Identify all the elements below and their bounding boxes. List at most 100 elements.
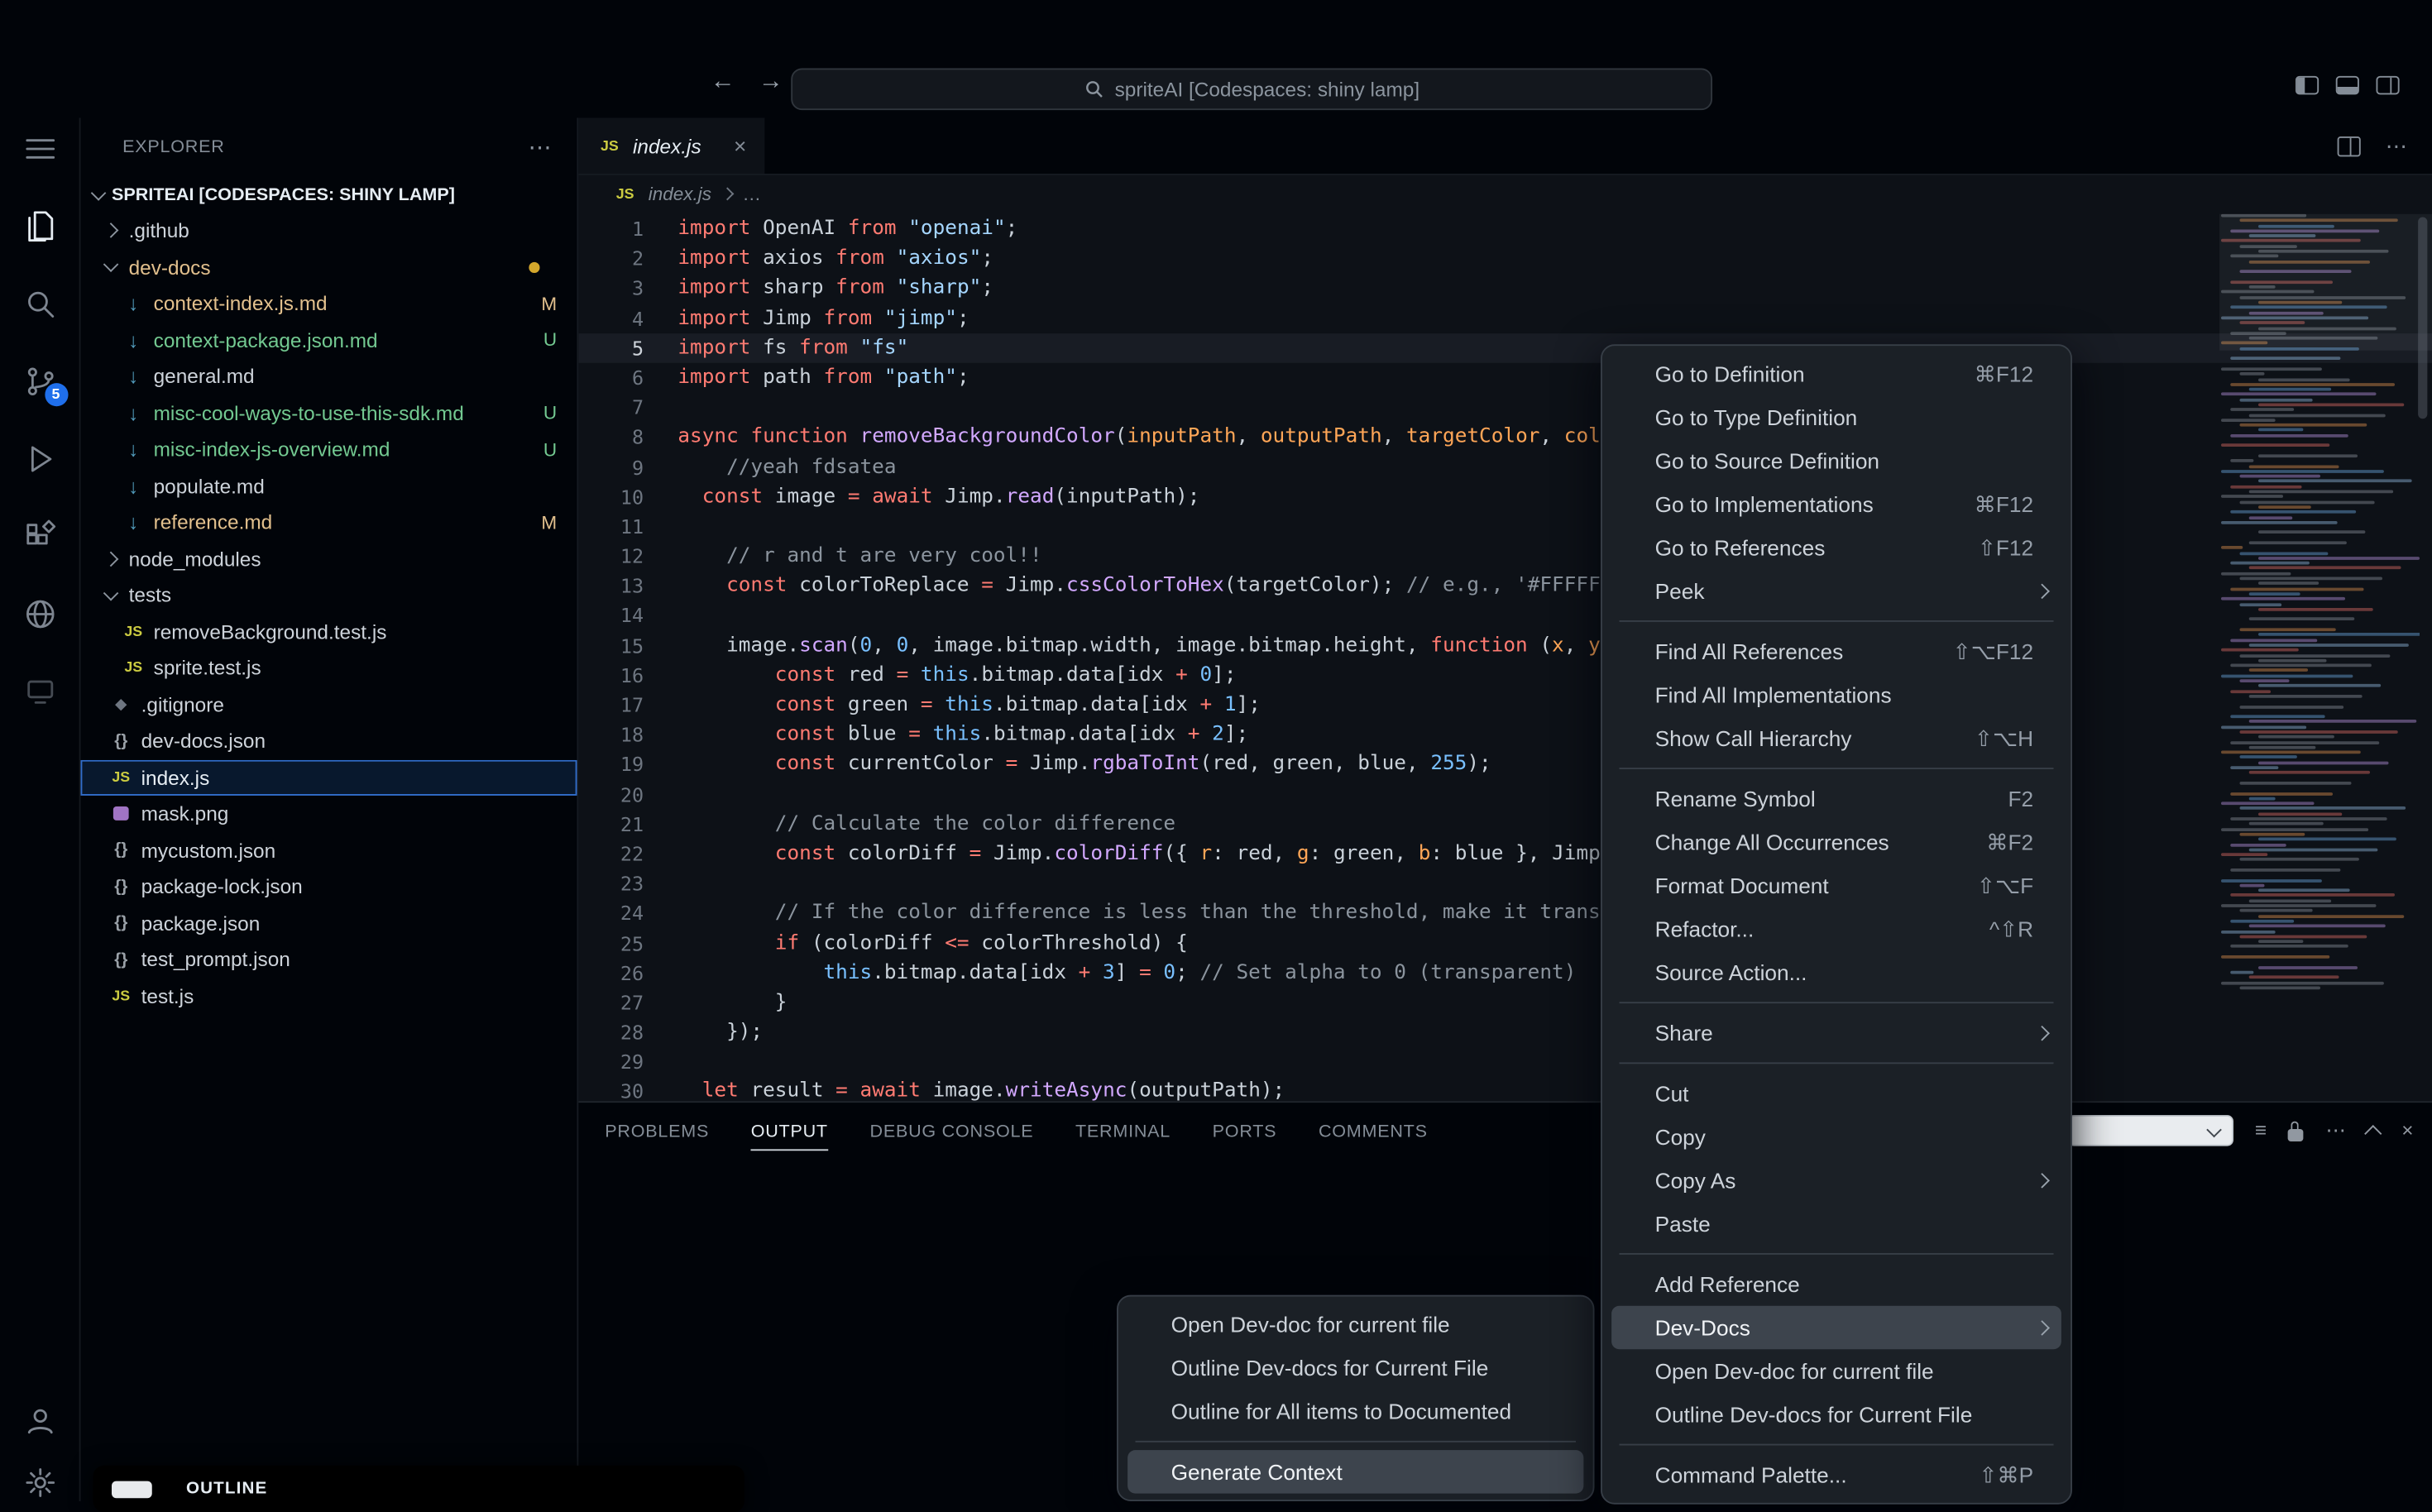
breadcrumb-symbol-more[interactable]: … bbox=[743, 183, 762, 204]
code-line-10[interactable]: 10 const image = await Jimp.read(inputPa… bbox=[578, 482, 2432, 512]
extensions-icon[interactable] bbox=[21, 518, 58, 555]
file-misc-cool-ways-to-use-this-sdk-md[interactable]: ↓misc-cool-ways-to-use-this-sdk.mdU bbox=[81, 395, 577, 431]
chevron-right-icon[interactable] bbox=[103, 223, 118, 239]
code-line-17[interactable]: 17 const green = this.bitmap.data[idx + … bbox=[578, 690, 2432, 720]
file-mycustom-json[interactable]: {}mycustom.json bbox=[81, 832, 577, 868]
code-line-16[interactable]: 16 const red = this.bitmap.data[idx + 0]… bbox=[578, 660, 2432, 690]
panel-tab-ports[interactable]: PORTS bbox=[1213, 1103, 1277, 1160]
file-removebackground-test-js[interactable]: JSremoveBackground.test.js bbox=[81, 614, 577, 650]
menu-item-change-all-occurrences[interactable]: Change All Occurrences⌘F2 bbox=[1611, 821, 2061, 864]
tab-index-js[interactable]: JS index.js × bbox=[578, 118, 764, 175]
code-line-7[interactable]: 7 bbox=[578, 393, 2432, 423]
code-line-2[interactable]: 2import axios from "axios"; bbox=[578, 244, 2432, 274]
breadcrumb-file[interactable]: index.js bbox=[649, 183, 711, 204]
menu-item-go-to-definition[interactable]: Go to Definition⌘F12 bbox=[1611, 352, 2061, 396]
code-line-20[interactable]: 20 bbox=[578, 779, 2432, 809]
panel-tab-debug-console[interactable]: DEBUG CONSOLE bbox=[869, 1103, 1033, 1160]
file-package-lock-json[interactable]: {}package-lock.json bbox=[81, 868, 577, 905]
menu-item-dev-docs[interactable]: Dev-Docs bbox=[1611, 1306, 2061, 1350]
search-icon[interactable] bbox=[21, 285, 58, 323]
editor-scrollbar[interactable] bbox=[2418, 218, 2427, 419]
filter-output-icon[interactable]: ≡ bbox=[2255, 1115, 2267, 1146]
code-line-25[interactable]: 25 if (colorDiff <= colorThreshold) { bbox=[578, 928, 2432, 958]
file-package-json[interactable]: {}package.json bbox=[81, 905, 577, 941]
code-line-3[interactable]: 3import sharp from "sharp"; bbox=[578, 274, 2432, 304]
code-line-11[interactable]: 11 bbox=[578, 512, 2432, 542]
code-line-27[interactable]: 27 } bbox=[578, 988, 2432, 1017]
code-line-28[interactable]: 28 }); bbox=[578, 1017, 2432, 1047]
outline-popup[interactable]: OUTLINE bbox=[93, 1466, 745, 1512]
code-line-29[interactable]: 29 bbox=[578, 1047, 2432, 1077]
menu-item-share[interactable]: Share bbox=[1611, 1012, 2061, 1055]
remote-explorer-icon[interactable] bbox=[21, 673, 58, 711]
menu-item-rename-symbol[interactable]: Rename SymbolF2 bbox=[1611, 777, 2061, 821]
forward-icon[interactable]: → bbox=[759, 69, 783, 97]
menu-item-find-all-implementations[interactable]: Find All Implementations bbox=[1611, 673, 2061, 717]
menu-item-outline-dev-docs-for-current-file[interactable]: Outline Dev-docs for Current File bbox=[1611, 1393, 2061, 1437]
folder-github[interactable]: .github bbox=[81, 213, 577, 249]
menu-item-go-to-source-definition[interactable]: Go to Source Definition bbox=[1611, 439, 2061, 483]
menu-item-source-action[interactable]: Source Action... bbox=[1611, 950, 2061, 994]
panel-tab-terminal[interactable]: TERMINAL bbox=[1075, 1103, 1171, 1160]
menu-item-outline-dev-docs-for-current-file[interactable]: Outline Dev-docs for Current File bbox=[1127, 1347, 1583, 1390]
lock-scroll-icon[interactable] bbox=[2288, 1128, 2304, 1141]
menu-item-add-reference[interactable]: Add Reference bbox=[1611, 1262, 2061, 1306]
file-sprite-test-js[interactable]: JSsprite.test.js bbox=[81, 650, 577, 687]
file-gitignore[interactable]: ◆.gitignore bbox=[81, 687, 577, 723]
code-line-24[interactable]: 24 // If the color difference is less th… bbox=[578, 898, 2432, 928]
menu-item-open-dev-doc-for-current-file[interactable]: Open Dev-doc for current file bbox=[1611, 1349, 2061, 1393]
explorer-more-actions-icon[interactable]: ⋯ bbox=[529, 133, 553, 161]
explorer-icon[interactable] bbox=[21, 208, 58, 245]
code-line-8[interactable]: 8async function removeBackgroundColor(in… bbox=[578, 423, 2432, 452]
output-channel-select[interactable] bbox=[2067, 1115, 2233, 1146]
file-test-js[interactable]: JStest.js bbox=[81, 978, 577, 1014]
file-populate-md[interactable]: ↓populate.md bbox=[81, 467, 577, 504]
code-line-18[interactable]: 18 const blue = this.bitmap.data[idx + 2… bbox=[578, 720, 2432, 749]
code-line-1[interactable]: 1import OpenAI from "openai"; bbox=[578, 214, 2432, 244]
menu-item-refactor[interactable]: Refactor...^⇧R bbox=[1611, 907, 2061, 951]
menu-item-go-to-type-definition[interactable]: Go to Type Definition bbox=[1611, 395, 2061, 439]
settings-gear-icon[interactable] bbox=[21, 1464, 58, 1501]
panel-tab-comments[interactable]: COMMENTS bbox=[1319, 1103, 1428, 1160]
folder-tests[interactable]: tests bbox=[81, 577, 577, 614]
code-line-19[interactable]: 19 const currentColor = Jimp.rgbaToInt(r… bbox=[578, 749, 2432, 779]
folder-node-modules[interactable]: node_modules bbox=[81, 540, 577, 577]
folder-dev-docs[interactable]: dev-docs bbox=[81, 249, 577, 285]
menu-item-find-all-references[interactable]: Find All References⇧⌥F12 bbox=[1611, 629, 2061, 673]
file-general-md[interactable]: ↓general.md bbox=[81, 358, 577, 395]
menu-item-command-palette[interactable]: Command Palette...⇧⌘P bbox=[1611, 1453, 2061, 1497]
code-editor[interactable]: 1import OpenAI from "openai";2import axi… bbox=[578, 214, 2432, 1102]
layout-sidebar-left-icon[interactable] bbox=[2296, 76, 2319, 95]
file-context-index-js-md[interactable]: ↓context-index.js.mdM bbox=[81, 285, 577, 322]
menu-item-show-call-hierarchy[interactable]: Show Call Hierarchy⇧⌥H bbox=[1611, 716, 2061, 760]
close-panel-icon[interactable]: × bbox=[2401, 1115, 2413, 1146]
code-line-15[interactable]: 15 image.scan(0, 0, image.bitmap.width, … bbox=[578, 630, 2432, 660]
code-line-9[interactable]: 9 //yeah fdsatea bbox=[578, 452, 2432, 482]
file-test-prompt-json[interactable]: {}test_prompt.json bbox=[81, 941, 577, 978]
code-line-30[interactable]: 30 let result = await image.writeAsync(o… bbox=[578, 1077, 2432, 1101]
code-line-14[interactable]: 14 bbox=[578, 600, 2432, 630]
back-icon[interactable]: ← bbox=[711, 69, 735, 97]
menu-item-cut[interactable]: Cut bbox=[1611, 1072, 2061, 1116]
github-globe-icon[interactable] bbox=[21, 596, 58, 633]
workspace-root-item[interactable]: SPRITEAI [CODESPACES: SHINY LAMP] bbox=[81, 177, 577, 213]
menu-item-generate-context[interactable]: Generate Context bbox=[1127, 1450, 1583, 1494]
maximize-panel-icon[interactable] bbox=[2365, 1125, 2382, 1142]
code-line-22[interactable]: 22 const colorDiff = Jimp.colorDiff({ r:… bbox=[578, 839, 2432, 868]
split-editor-icon[interactable] bbox=[2338, 136, 2361, 156]
code-line-13[interactable]: 13 const colorToReplace = Jimp.cssColorT… bbox=[578, 571, 2432, 600]
panel-more-actions-icon[interactable]: ⋯ bbox=[2325, 1115, 2345, 1146]
chevron-down-icon[interactable] bbox=[103, 257, 118, 273]
panel-tab-problems[interactable]: PROBLEMS bbox=[605, 1103, 709, 1160]
layout-sidebar-right-icon[interactable] bbox=[2377, 76, 2400, 95]
file-index-js[interactable]: JSindex.js bbox=[81, 759, 577, 796]
source-control-icon[interactable]: 5 bbox=[21, 363, 58, 400]
code-line-21[interactable]: 21 // Calculate the color difference bbox=[578, 809, 2432, 839]
menu-item-copy-as[interactable]: Copy As bbox=[1611, 1159, 2061, 1203]
command-center[interactable]: spriteAI [Codespaces: shi­ny lamp] bbox=[791, 69, 1712, 111]
menu-item-go-to-references[interactable]: Go to References⇧F12 bbox=[1611, 526, 2061, 570]
layout-panel-icon[interactable] bbox=[2336, 76, 2359, 95]
menu-item-paste[interactable]: Paste bbox=[1611, 1202, 2061, 1246]
code-line-23[interactable]: 23 bbox=[578, 868, 2432, 898]
code-line-12[interactable]: 12 // r and t are very cool!! bbox=[578, 541, 2432, 571]
